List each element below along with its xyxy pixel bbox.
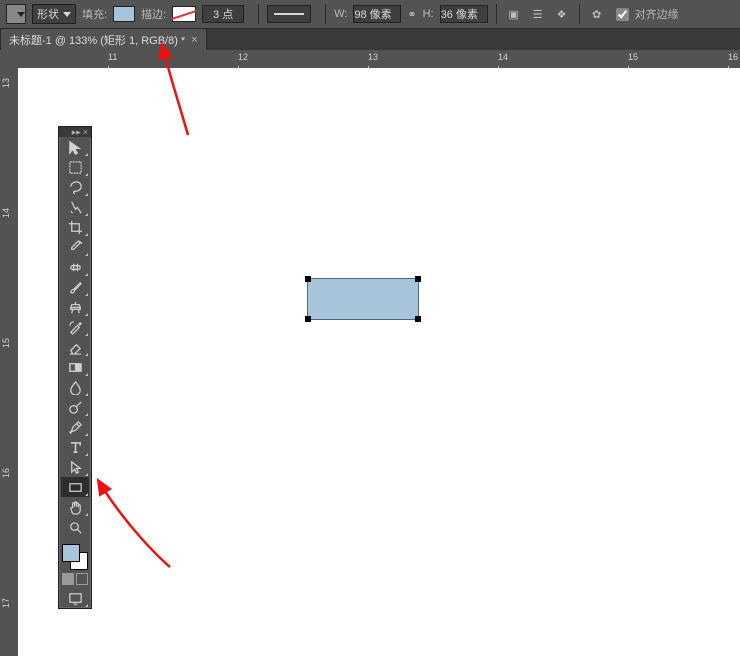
ruler-corner bbox=[0, 50, 19, 69]
tool-dodge[interactable] bbox=[61, 397, 89, 417]
tool-marquee[interactable] bbox=[61, 157, 89, 177]
gear-icon[interactable]: ✿ bbox=[588, 5, 606, 23]
foreground-color-swatch[interactable] bbox=[62, 544, 80, 562]
tool-rectangle[interactable] bbox=[61, 477, 89, 497]
tool-path-select[interactable] bbox=[61, 457, 89, 477]
tool-brush[interactable] bbox=[61, 277, 89, 297]
separator bbox=[258, 4, 259, 24]
ruler-tick: 13 bbox=[1, 78, 11, 88]
tool-lasso[interactable] bbox=[61, 177, 89, 197]
path-ops-icon[interactable]: ▣ bbox=[505, 5, 523, 23]
ruler-tick: 17 bbox=[1, 598, 11, 608]
align-edges-input[interactable] bbox=[616, 8, 629, 21]
document-tab[interactable]: 未标题-1 @ 133% (矩形 1, RGB/8) * × bbox=[0, 28, 207, 51]
align-icon[interactable]: ☰ bbox=[529, 5, 547, 23]
tool-zoom[interactable] bbox=[61, 517, 89, 537]
tool-eraser[interactable] bbox=[61, 337, 89, 357]
quick-mask-icon[interactable] bbox=[76, 573, 88, 585]
tool-type[interactable] bbox=[61, 437, 89, 457]
ruler-tick: 16 bbox=[728, 52, 738, 62]
resize-handle[interactable] bbox=[415, 316, 421, 322]
link-icon[interactable]: ⚭ bbox=[407, 8, 416, 21]
tool-gradient[interactable] bbox=[61, 357, 89, 377]
ruler-tick: 16 bbox=[1, 468, 11, 478]
ruler-tick: 15 bbox=[1, 338, 11, 348]
tool-history-brush[interactable] bbox=[61, 317, 89, 337]
document-tab-title: 未标题-1 @ 133% (矩形 1, RGB/8) * bbox=[9, 32, 185, 48]
width-label: W: bbox=[334, 8, 347, 20]
resize-handle[interactable] bbox=[305, 276, 311, 282]
options-bar: 形状 填充: 描边: 3 点 W: 98 像素 ⚭ H: 36 像素 ▣ ☰ ❖… bbox=[0, 0, 740, 29]
screen-mode-button[interactable] bbox=[61, 588, 89, 608]
ruler-tick: 14 bbox=[498, 52, 508, 62]
fill-color-picker[interactable] bbox=[113, 6, 135, 22]
tool-eyedropper[interactable] bbox=[61, 237, 89, 257]
height-field[interactable]: 36 像素 bbox=[440, 5, 488, 23]
tool-clone-stamp[interactable] bbox=[61, 297, 89, 317]
document-tab-bar: 未标题-1 @ 133% (矩形 1, RGB/8) * × bbox=[0, 29, 740, 52]
separator bbox=[325, 4, 326, 24]
canvas[interactable] bbox=[18, 68, 740, 656]
separator bbox=[579, 4, 580, 24]
resize-handle[interactable] bbox=[305, 316, 311, 322]
shape-rectangle-1[interactable] bbox=[307, 278, 419, 320]
tool-quick-select[interactable] bbox=[61, 197, 89, 217]
stroke-label: 描边: bbox=[141, 6, 166, 22]
ruler-tick: 14 bbox=[1, 208, 11, 218]
stroke-color-picker[interactable] bbox=[172, 6, 196, 22]
tool-pen[interactable] bbox=[61, 417, 89, 437]
ruler-tick: 12 bbox=[238, 52, 248, 62]
stroke-width-field[interactable]: 3 点 bbox=[202, 5, 244, 23]
quick-mask-row bbox=[62, 573, 88, 585]
close-icon[interactable]: × bbox=[83, 127, 88, 137]
tool-crop[interactable] bbox=[61, 217, 89, 237]
separator bbox=[496, 4, 497, 24]
tool-hand[interactable] bbox=[61, 497, 89, 517]
close-icon[interactable]: × bbox=[191, 34, 197, 46]
height-label: H: bbox=[423, 8, 434, 20]
dropdown-icon bbox=[63, 12, 71, 17]
ruler-tick: 13 bbox=[368, 52, 378, 62]
align-edges-checkbox[interactable]: 对齐边缘 bbox=[612, 5, 679, 24]
ruler-tick: 11 bbox=[108, 52, 117, 62]
tool-preset-picker[interactable] bbox=[6, 4, 26, 24]
vertical-ruler: 13 14 15 16 17 bbox=[0, 68, 19, 656]
tool-move[interactable] bbox=[61, 137, 89, 157]
tool-blur[interactable] bbox=[61, 377, 89, 397]
workspace: 11 12 13 14 15 16 13 14 15 16 17 bbox=[0, 50, 740, 656]
screen-mode-icon[interactable] bbox=[62, 573, 74, 585]
align-edges-label: 对齐边缘 bbox=[635, 6, 679, 22]
color-swatches[interactable] bbox=[62, 544, 88, 570]
ruler-tick: 15 bbox=[628, 52, 638, 62]
shape-mode-select[interactable]: 形状 bbox=[32, 4, 76, 24]
tool-spot-heal[interactable] bbox=[61, 257, 89, 277]
fill-label: 填充: bbox=[82, 6, 107, 22]
tools-panel[interactable]: ▸▸ × bbox=[58, 126, 92, 609]
panel-grip[interactable]: ▸▸ × bbox=[59, 127, 91, 137]
stroke-style-picker[interactable] bbox=[267, 5, 311, 23]
arrange-icon[interactable]: ❖ bbox=[553, 5, 571, 23]
resize-handle[interactable] bbox=[415, 276, 421, 282]
width-field[interactable]: 98 像素 bbox=[353, 5, 401, 23]
collapse-icon[interactable]: ▸▸ bbox=[72, 127, 81, 138]
shape-mode-label: 形状 bbox=[37, 6, 59, 22]
horizontal-ruler: 11 12 13 14 15 16 bbox=[18, 50, 740, 69]
canvas-area[interactable] bbox=[18, 68, 740, 656]
